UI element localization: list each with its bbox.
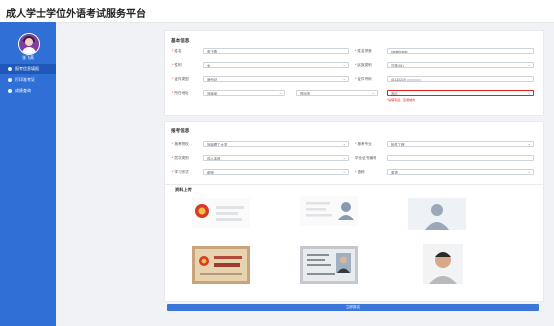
district-select[interactable]: 市区 (387, 90, 534, 96)
top-header: 成人学士学位外语考试服务平台 (0, 0, 554, 23)
mode-select[interactable]: 函授 (203, 169, 349, 175)
id-card-front-sample-icon (300, 196, 358, 226)
sidebar-item-scores[interactable]: 成绩查询 (0, 86, 56, 96)
emblem-sample-icon (192, 198, 250, 228)
submit-button[interactable]: 立即报名 (167, 304, 539, 311)
language-label: * 语种 (355, 170, 365, 174)
gender-select[interactable]: 女 (203, 62, 349, 68)
gender-label: * 性别 (172, 63, 182, 67)
major-select[interactable]: 软件工程 (387, 141, 534, 147)
language-select[interactable]: 英语 (387, 169, 534, 175)
avatar[interactable] (18, 33, 40, 55)
idno-label: * 证件号码 (355, 77, 372, 81)
address-label: * 所在地址 (172, 91, 189, 95)
dot-icon (8, 78, 12, 82)
pinyin-field[interactable]: yanfeizang (387, 48, 534, 54)
sidebar-item-register[interactable]: 报考信息填报 (0, 64, 56, 74)
nation-label: * 民族类别 (355, 63, 372, 67)
major-label: * 报考专业 (355, 142, 372, 146)
basic-section-title: 基本信息 (171, 38, 190, 43)
cert-field[interactable] (387, 155, 534, 161)
sidebar-item-label: 成绩查询 (15, 88, 31, 93)
exam-info-card: 报考信息 (164, 121, 544, 185)
redacted-mark (406, 78, 421, 81)
school-select[interactable]: 河南理工大学 (203, 141, 349, 147)
dot-icon (8, 67, 12, 71)
sidebar-item-label: 报考信息填报 (15, 66, 39, 71)
name-label: * 姓名 (172, 49, 182, 53)
app-title: 成人学士学位外语考试服务平台 (6, 9, 146, 20)
basic-info-card: 基本信息 (164, 30, 544, 116)
idno-field[interactable]: 41132219 (387, 76, 534, 82)
school-label: * 报考院校 (172, 142, 189, 146)
sidebar-item-label: 打印准考证 (15, 77, 35, 82)
portrait-sample-icon (408, 198, 466, 230)
idtype-select[interactable]: 身份证 (203, 76, 349, 82)
applicant-photo[interactable] (423, 244, 463, 284)
id-card-back-photo[interactable] (192, 246, 250, 284)
pinyin-label: * 姓名拼音 (355, 49, 372, 53)
dot-icon (8, 89, 12, 93)
city-select[interactable]: 郑州市 (296, 90, 378, 96)
province-select[interactable]: 河南省 (203, 90, 285, 96)
cert-label: 毕业证书编号 (355, 156, 377, 160)
upload-section-title: 资料上传 (175, 187, 192, 192)
nation-select[interactable]: 汉族(01) (387, 62, 534, 68)
idtype-label: * 证件类型 (172, 77, 189, 81)
username-label: 张飞燕 (22, 55, 34, 60)
sidebar-item-admission-ticket[interactable]: 打印准考证 (0, 75, 56, 85)
id-card-front-photo[interactable] (300, 246, 358, 284)
name-field[interactable]: 张飞燕 (203, 48, 349, 54)
mode-label: * 学习形式 (172, 170, 189, 174)
level-select[interactable]: 成人本科 (203, 155, 349, 161)
exam-section-title: 报考信息 (171, 128, 190, 133)
sidebar: 张飞燕 报考信息填报 打印准考证 成绩查询 (0, 22, 56, 326)
level-label: * 层次类别 (172, 156, 189, 160)
address-error: *请填写县、区或城市 (387, 98, 416, 102)
